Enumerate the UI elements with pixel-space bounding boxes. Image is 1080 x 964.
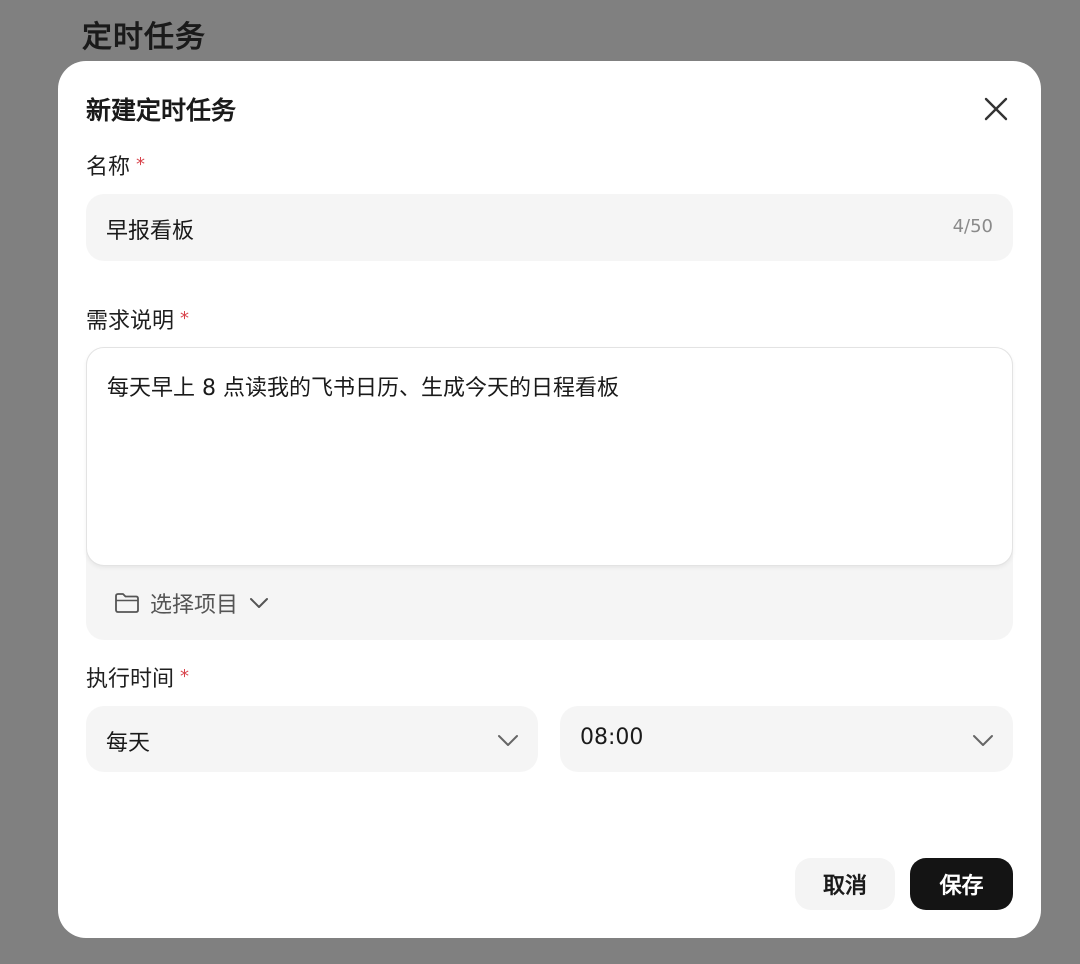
project-select[interactable]: 选择项目 <box>114 587 270 619</box>
char-count: 4/50 <box>952 216 993 237</box>
create-task-modal: 新建定时任务 名称 * 早报看板 4/50 需求说明 * 每天早上 8 点读我的飞书… <box>58 61 1041 938</box>
chevron-down-icon <box>250 598 269 608</box>
time-value: 08:00 <box>580 725 644 750</box>
modal-title: 新建定时任务 <box>86 96 237 125</box>
description-textarea[interactable]: 每天早上 8 点读我的飞书日历、生成今天的日程看板 <box>86 347 1013 566</box>
chevron-down-icon <box>498 735 518 746</box>
name-input-value: 早报看板 <box>106 219 195 244</box>
description-value: 每天早上 8 点读我的飞书日历、生成今天的日程看板 <box>107 376 619 401</box>
frequency-select[interactable]: 每天 <box>86 706 538 772</box>
name-input[interactable]: 早报看板 4/50 <box>86 194 1013 261</box>
frequency-value: 每天 <box>106 731 151 756</box>
required-mark: * <box>180 666 190 687</box>
required-mark: * <box>136 154 146 175</box>
schedule-label: 执行时间 * <box>86 666 190 692</box>
close-button[interactable] <box>980 93 1012 125</box>
save-button[interactable]: 保存 <box>910 858 1013 910</box>
chevron-down-icon <box>973 735 993 746</box>
description-label: 需求说明 * <box>86 308 190 334</box>
time-select[interactable]: 08:00 <box>560 706 1013 772</box>
cancel-button[interactable]: 取消 <box>795 858 895 910</box>
close-icon <box>984 97 1008 121</box>
folder-icon <box>115 593 139 613</box>
required-mark: * <box>180 308 190 329</box>
project-select-label: 选择项目 <box>150 593 239 618</box>
page-title: 定时任务 <box>82 20 206 55</box>
description-container: 每天早上 8 点读我的飞书日历、生成今天的日程看板 选择项目 <box>86 347 1013 640</box>
name-label: 名称 * <box>86 154 146 180</box>
